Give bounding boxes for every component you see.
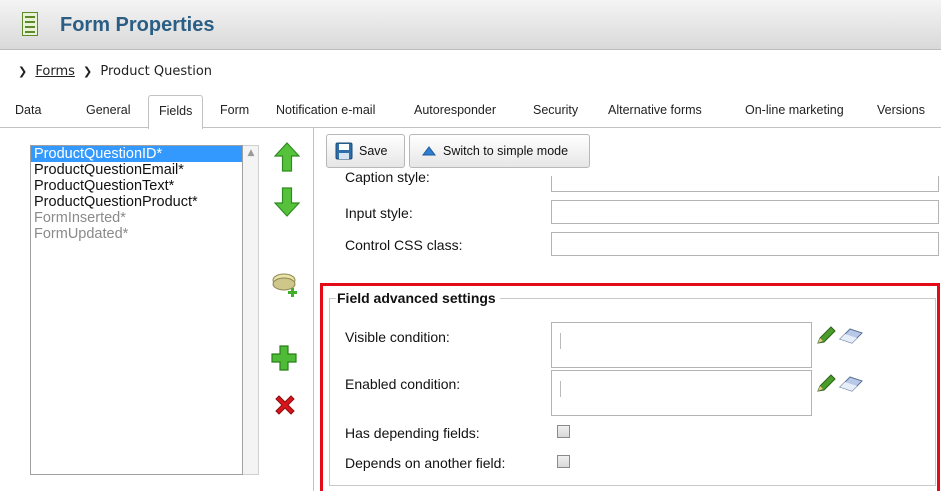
eraser-icon[interactable] (838, 375, 864, 393)
control-css-class-input[interactable] (551, 232, 939, 256)
title-bar: Form Properties (0, 0, 941, 50)
breadcrumb: ❯ Forms ❯ Product Question (14, 64, 212, 79)
breadcrumb-current: Product Question (100, 64, 213, 79)
tab-notification-email[interactable]: Notification e-mail (276, 103, 375, 117)
edit-pencil-icon[interactable] (815, 374, 837, 394)
field-list[interactable]: ProductQuestionID* ProductQuestionEmail*… (30, 145, 243, 475)
list-item[interactable]: FormUpdated* (31, 226, 242, 242)
tab-online-marketing[interactable]: On-line marketing (745, 103, 844, 117)
enabled-condition-input[interactable] (551, 370, 812, 416)
add-icon[interactable] (271, 345, 297, 371)
switch-to-simple-mode-button[interactable]: Switch to simple mode (409, 134, 590, 168)
depends-on-another-field-checkbox[interactable] (557, 455, 570, 468)
visible-condition-label: Visible condition: (345, 329, 450, 345)
panel-divider (313, 128, 314, 491)
caption-style-input[interactable] (551, 176, 939, 192)
save-disk-icon (335, 142, 353, 160)
chevron-right-icon: ❯ (18, 65, 28, 78)
tab-data[interactable]: Data (15, 103, 41, 117)
tab-versions[interactable]: Versions (877, 103, 925, 117)
arrow-up-icon[interactable] (274, 142, 300, 172)
tab-autoresponder[interactable]: Autoresponder (414, 103, 496, 117)
edit-pencil-icon[interactable] (815, 326, 837, 346)
list-item[interactable]: ProductQuestionEmail* (31, 162, 242, 178)
fieldset-legend: Field advanced settings (336, 290, 500, 306)
triangle-up-icon (422, 146, 436, 156)
delete-icon[interactable] (273, 393, 297, 417)
switch-button-label: Switch to simple mode (443, 144, 569, 158)
chevron-right-icon: ❯ (83, 65, 93, 78)
list-item[interactable]: FormInserted* (31, 210, 242, 226)
visible-condition-input[interactable] (551, 322, 812, 368)
toolbar: Save Switch to simple mode (314, 134, 941, 176)
list-scrollbar[interactable] (243, 145, 259, 475)
eraser-icon[interactable] (838, 327, 864, 345)
save-button-label: Save (359, 144, 388, 158)
save-button[interactable]: Save (326, 134, 405, 168)
input-style-input[interactable] (551, 200, 939, 224)
depends-on-another-field-label: Depends on another field: (345, 455, 506, 471)
tab-strip: Data General Fields Form Notification e-… (0, 95, 941, 129)
caption-style-label: Caption style: (345, 172, 430, 185)
list-item[interactable]: ProductQuestionID* (31, 146, 242, 162)
page-title: Form Properties (60, 14, 215, 36)
new-category-icon[interactable] (271, 270, 303, 298)
tab-general[interactable]: General (86, 103, 130, 117)
list-item[interactable]: ProductQuestionProduct* (31, 194, 242, 210)
control-css-class-label: Control CSS class: (345, 237, 463, 253)
input-style-label: Input style: (345, 205, 413, 221)
tab-security[interactable]: Security (533, 103, 578, 117)
breadcrumb-forms-link[interactable]: Forms (35, 64, 75, 79)
has-depending-fields-label: Has depending fields: (345, 425, 480, 441)
tab-fields[interactable]: Fields (148, 95, 204, 129)
form-document-icon (22, 12, 38, 36)
tab-alternative-forms[interactable]: Alternative forms (608, 103, 702, 117)
list-item[interactable]: ProductQuestionText* (31, 178, 242, 194)
has-depending-fields-checkbox[interactable] (557, 425, 570, 438)
arrow-down-icon[interactable] (274, 187, 300, 217)
tab-form[interactable]: Form (220, 103, 249, 117)
enabled-condition-label: Enabled condition: (345, 376, 461, 392)
scroll-up-icon[interactable]: ▲ (245, 148, 257, 160)
